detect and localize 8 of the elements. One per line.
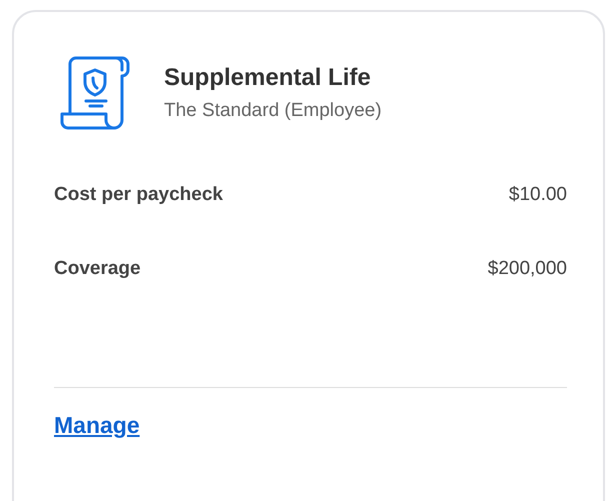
plan-provider: The Standard (Employee) [164,100,382,122]
row-value: $10.00 [508,184,567,206]
plan-title: Supplemental Life [164,64,372,92]
manage-link[interactable]: Manage [54,412,140,438]
row-value: $200,000 [488,258,567,280]
row-label: Cost per paycheck [54,184,223,206]
policy-scroll-icon [60,56,132,132]
row-label: Coverage [54,258,141,280]
